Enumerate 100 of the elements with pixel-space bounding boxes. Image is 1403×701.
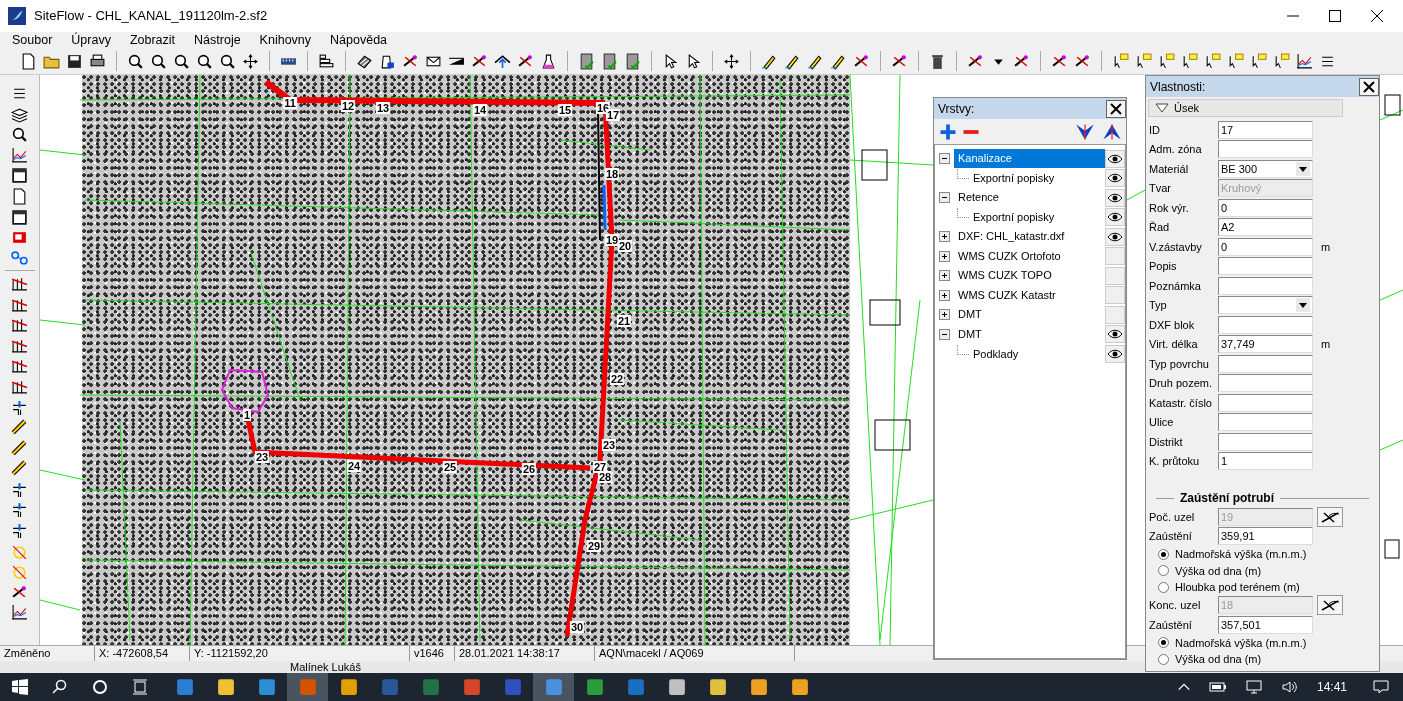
layer-name[interactable]: Exportní popisky <box>973 209 1055 226</box>
layer-name[interactable]: Exportní popisky <box>973 170 1055 187</box>
visibility-toggle[interactable] <box>1105 149 1125 168</box>
collapse-icon[interactable] <box>939 192 950 204</box>
search-icon[interactable] <box>52 679 68 695</box>
chart-icon[interactable] <box>11 604 28 622</box>
input-field[interactable]: 0 <box>1218 237 1313 256</box>
expand-icon[interactable] <box>939 289 950 301</box>
node-link-icon[interactable] <box>11 249 28 267</box>
profile-icon[interactable] <box>11 316 28 334</box>
note-icon[interactable] <box>1273 52 1290 70</box>
radio-label[interactable]: Nadmořská výška (m.n.m.) <box>1175 546 1307 563</box>
layers-icon[interactable] <box>11 105 28 123</box>
pencil-icon[interactable] <box>784 52 801 70</box>
pencil-icon[interactable] <box>761 52 778 70</box>
input-field[interactable]: 359,91 <box>1218 527 1313 546</box>
dropdown-field[interactable]: BE 300 <box>1218 159 1313 178</box>
speaker-icon[interactable] <box>1280 680 1299 694</box>
page-icon[interactable] <box>20 52 37 70</box>
battery-icon[interactable] <box>1208 680 1227 694</box>
input-field[interactable] <box>1218 432 1313 451</box>
radio-label[interactable]: Hloubka pod terénem (m) <box>1175 579 1300 596</box>
pipe-icon[interactable] <box>11 419 28 437</box>
visibility-toggle[interactable] <box>1105 188 1125 207</box>
maximize-icon[interactable] <box>1327 8 1343 24</box>
circle-icon[interactable] <box>92 679 108 695</box>
chart-icon[interactable] <box>11 146 28 164</box>
app-icon[interactable] <box>667 678 686 696</box>
note-icon[interactable] <box>1135 52 1152 70</box>
layer-name[interactable]: WMS CUZK TOPO <box>954 266 1105 286</box>
magnifier-icon[interactable] <box>196 52 213 70</box>
pick-button[interactable] <box>1317 506 1343 527</box>
note-icon[interactable] <box>1227 52 1244 70</box>
app-icon[interactable] <box>708 678 727 696</box>
note-icon[interactable] <box>1181 52 1198 70</box>
layer-name[interactable]: Podklady <box>973 345 1019 362</box>
collapse-icon[interactable] <box>939 328 950 340</box>
task-view-icon[interactable] <box>132 679 148 695</box>
visibility-toggle[interactable] <box>1105 266 1125 285</box>
hatched-shape-icon[interactable] <box>356 52 373 70</box>
circle-node-icon[interactable] <box>11 563 28 581</box>
menu-item[interactable]: Nástroje <box>194 30 241 50</box>
close-button[interactable] <box>1106 99 1126 118</box>
app-icon[interactable] <box>175 678 194 696</box>
chart-icon[interactable] <box>1296 52 1313 70</box>
radio-label[interactable]: Výška od dna (m) <box>1175 562 1262 579</box>
input-field[interactable]: 17 <box>1218 120 1313 139</box>
layer-name[interactable]: DMT <box>954 324 1105 344</box>
section-header[interactable]: Úsek <box>1148 99 1343 117</box>
layer-name[interactable]: DXF: CHL_katastr.dxf <box>954 227 1105 247</box>
radio-button[interactable] <box>1158 565 1169 577</box>
visibility-toggle[interactable] <box>1105 325 1125 344</box>
input-field[interactable]: 37,749 <box>1218 335 1313 354</box>
radio-button[interactable] <box>1158 653 1169 665</box>
magnifier-icon[interactable] <box>127 52 144 70</box>
junction-icon[interactable] <box>11 501 28 519</box>
expand-icon[interactable] <box>939 231 950 243</box>
menu-item[interactable]: Knihovny <box>259 30 312 50</box>
layer-name[interactable]: WMS CUZK Katastr <box>954 285 1105 305</box>
expand-icon[interactable] <box>939 309 950 321</box>
layer-name[interactable]: WMS CUZK Ortofoto <box>954 246 1105 266</box>
expand-icon[interactable] <box>939 250 950 262</box>
dropdown-field[interactable] <box>1218 296 1313 315</box>
input-field[interactable] <box>1218 315 1313 334</box>
close-icon[interactable] <box>1369 8 1385 24</box>
input-field[interactable] <box>1218 140 1313 159</box>
note-icon[interactable] <box>1158 52 1175 70</box>
magnifier-icon[interactable] <box>219 52 236 70</box>
radio-button[interactable] <box>1158 637 1169 649</box>
magnifier-icon[interactable] <box>11 126 28 144</box>
input-field[interactable] <box>1218 257 1313 276</box>
input-field[interactable]: 1 <box>1218 452 1313 471</box>
windows-icon[interactable] <box>12 679 28 695</box>
app-icon[interactable] <box>216 678 235 696</box>
four-way-arrow-icon[interactable] <box>242 52 259 70</box>
menu-item[interactable]: Zobrazit <box>129 30 176 50</box>
clock[interactable]: 14:41 <box>1316 678 1347 696</box>
pencil-icon[interactable] <box>807 52 824 70</box>
menu-item[interactable]: Úpravy <box>71 30 111 50</box>
app-icon[interactable] <box>257 678 276 696</box>
app-icon[interactable] <box>339 678 358 696</box>
junction-icon[interactable] <box>11 480 28 498</box>
expand-icon[interactable] <box>939 270 950 282</box>
visibility-toggle[interactable] <box>1105 344 1125 363</box>
menu-item[interactable]: Nápověda <box>330 30 388 50</box>
collapse-icon[interactable] <box>939 153 950 165</box>
junction-icon[interactable] <box>11 522 28 540</box>
layer-name[interactable]: Kanalizace <box>954 149 1105 169</box>
window-icon[interactable] <box>11 167 28 185</box>
layer-name[interactable]: DMT <box>954 305 1105 325</box>
pipe-icon[interactable] <box>11 439 28 457</box>
input-field[interactable] <box>1218 393 1313 412</box>
magnifier-icon[interactable] <box>173 52 190 70</box>
radio-label[interactable]: Výška od dna (m) <box>1175 651 1262 668</box>
visibility-toggle[interactable] <box>1105 286 1125 305</box>
input-field[interactable] <box>1218 413 1313 432</box>
bar-list-icon[interactable] <box>318 52 335 70</box>
network-icon[interactable] <box>1244 680 1263 694</box>
input-field[interactable] <box>1218 374 1313 393</box>
junction-icon[interactable] <box>11 398 28 416</box>
